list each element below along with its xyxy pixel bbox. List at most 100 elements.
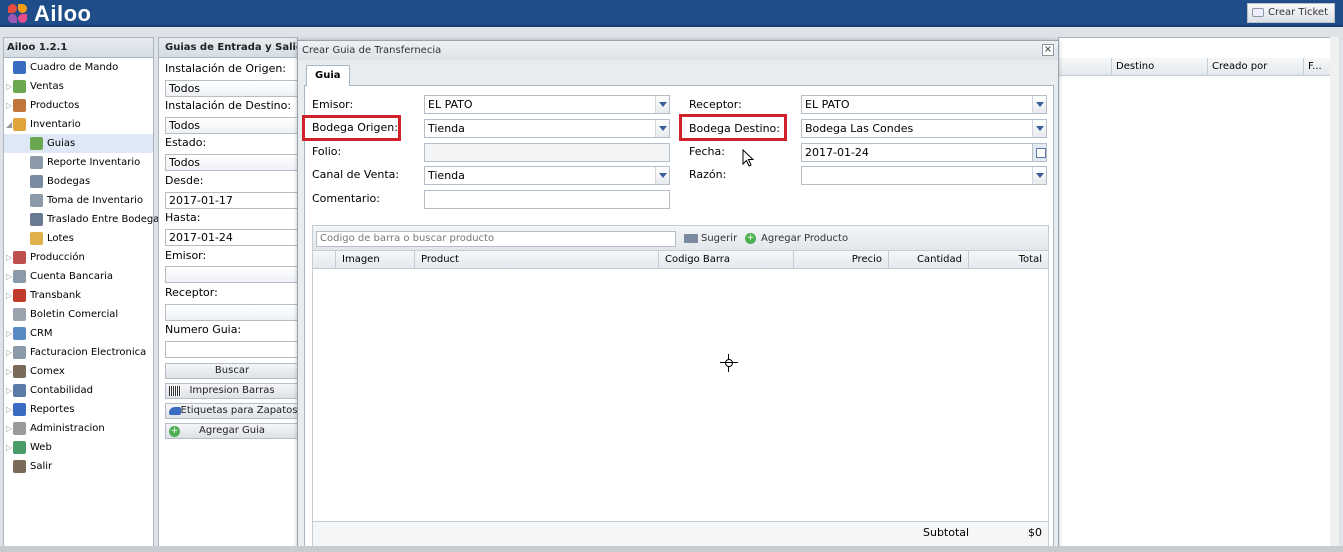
- agregar-guia-button[interactable]: + Agregar Guia: [165, 423, 299, 439]
- crear-ticket-label: Crear Ticket: [1267, 7, 1328, 18]
- column-total[interactable]: Total: [968, 251, 1048, 269]
- fecha-value: 2017-01-24: [805, 146, 869, 159]
- bodega-origen-select[interactable]: Tienda: [424, 119, 670, 138]
- etiquetas-zapatos-button[interactable]: Etiquetas para Zapatos: [165, 403, 299, 419]
- sidebar-item[interactable]: ▷ Contabilidad: [4, 381, 153, 400]
- chevron-down-icon[interactable]: [1032, 120, 1046, 137]
- sidebar-item[interactable]: Bodegas: [4, 172, 153, 191]
- razon-select[interactable]: [801, 166, 1047, 185]
- origen-select[interactable]: Todos: [165, 80, 299, 97]
- report-icon: [30, 156, 43, 169]
- sidebar-item-label: Bodegas: [47, 176, 91, 187]
- sidebar-item[interactable]: ▷ Transbank: [4, 286, 153, 305]
- chart-icon: [13, 61, 26, 74]
- desde-date-field[interactable]: 2017-01-17: [165, 192, 299, 209]
- column-precio[interactable]: Precio: [793, 251, 888, 269]
- filter-panel: Guias de Entrada y Salida Instalación de…: [158, 37, 299, 548]
- sidebar-item[interactable]: ▷ Web: [4, 438, 153, 457]
- column-destino[interactable]: Destino: [1111, 58, 1207, 76]
- sidebar-item[interactable]: ▷ Reportes: [4, 400, 153, 419]
- receptor-filter-select[interactable]: [165, 304, 299, 321]
- guias-grid: Destino Creado por F...: [1058, 37, 1339, 548]
- column-cantidad[interactable]: Cantidad: [888, 251, 968, 269]
- navigation-tree: Cuadro de Mando ▷ Ventas ▷ Productos ◢ Inventa…: [4, 58, 165, 476]
- destino-select[interactable]: Todos: [165, 117, 299, 134]
- page-scrollbar[interactable]: [1330, 37, 1339, 548]
- sidebar-item[interactable]: ▷ Producción: [4, 248, 153, 267]
- sugerir-button[interactable]: Sugerir: [684, 232, 737, 246]
- sidebar-item-label: Inventario: [30, 119, 81, 130]
- folio-label: Folio:: [312, 145, 342, 158]
- column-imagen[interactable]: Imagen: [335, 251, 414, 269]
- close-icon[interactable]: ×: [1042, 44, 1054, 56]
- sidebar-item[interactable]: Toma de Inventario: [4, 191, 153, 210]
- sidebar-item[interactable]: ▷ Comex: [4, 362, 153, 381]
- canal-venta-select[interactable]: Tienda: [424, 166, 670, 185]
- folio-input[interactable]: [424, 143, 670, 162]
- chevron-down-icon[interactable]: [655, 167, 669, 184]
- ticket-icon: [1251, 8, 1264, 17]
- emisor-filter-select[interactable]: [165, 266, 299, 283]
- sidebar-item[interactable]: Lotes: [4, 229, 153, 248]
- app-logo[interactable]: Ailoo: [6, 1, 92, 26]
- sidebar-item[interactable]: ▷ Cuenta Bancaria: [4, 267, 153, 286]
- comex-icon: [13, 365, 26, 378]
- origen-label: Instalación de Origen:: [165, 62, 287, 75]
- numero-guia-input[interactable]: [165, 341, 299, 358]
- products-icon: [13, 99, 26, 112]
- column-product[interactable]: Product: [414, 251, 658, 269]
- agregar-producto-button[interactable]: + Agregar Producto: [745, 232, 848, 246]
- etiquetas-zapatos-label: Etiquetas para Zapatos: [180, 405, 298, 416]
- comentario-input[interactable]: [424, 190, 670, 209]
- desde-value: 2017-01-17: [169, 194, 233, 207]
- tab-guia[interactable]: Guia: [306, 65, 350, 86]
- product-search-input[interactable]: Codigo de barra o buscar producto: [316, 231, 676, 247]
- emisor-select[interactable]: EL PATO: [424, 95, 670, 114]
- sidebar-item[interactable]: Guias: [4, 134, 153, 153]
- canal-venta-value: Tienda: [428, 169, 465, 182]
- ailoo-logo-icon: [6, 3, 30, 25]
- sidebar-item-label: Transbank: [30, 290, 82, 301]
- crear-ticket-button[interactable]: Crear Ticket: [1246, 3, 1335, 23]
- chevron-down-icon[interactable]: [1032, 167, 1046, 184]
- chevron-down-icon[interactable]: [655, 96, 669, 113]
- destino-value: Todos: [169, 119, 201, 132]
- sidebar-item[interactable]: ▷ Administracion: [4, 419, 153, 438]
- bodega-destino-select[interactable]: Bodega Las Condes: [801, 119, 1047, 138]
- sidebar-item[interactable]: Boletin Comercial: [4, 305, 153, 324]
- add-icon: +: [169, 426, 180, 437]
- desde-label: Desde:: [165, 174, 204, 187]
- subtotal-label: Subtotal: [923, 526, 970, 539]
- column-codigo-barra[interactable]: Codigo Barra: [658, 251, 793, 269]
- sidebar-item[interactable]: ▷ Ventas: [4, 77, 153, 96]
- sidebar-item[interactable]: ▷ Productos: [4, 96, 153, 115]
- sidebar-item[interactable]: Salir: [4, 457, 153, 476]
- estado-select[interactable]: Todos: [165, 154, 299, 171]
- guide-icon: [30, 137, 43, 150]
- calendar-icon[interactable]: [1032, 144, 1046, 161]
- numero-guia-label: Numero Guia:: [165, 323, 242, 336]
- truck-icon: [684, 233, 698, 243]
- buscar-button[interactable]: Buscar: [165, 363, 299, 379]
- impresion-barras-button[interactable]: Impresion Barras: [165, 383, 299, 399]
- sidebar-item[interactable]: ◢ Inventario: [4, 115, 153, 134]
- chevron-down-icon[interactable]: [655, 120, 669, 137]
- product-search-placeholder: Codigo de barra o buscar producto: [320, 233, 495, 244]
- sidebar-item-label: Administracion: [30, 423, 105, 434]
- chevron-down-icon[interactable]: [1032, 96, 1046, 113]
- sidebar-item[interactable]: Reporte Inventario: [4, 153, 153, 172]
- sidebar-item[interactable]: ▷ Facturacion Electronica: [4, 343, 153, 362]
- sidebar-item[interactable]: ▷ CRM: [4, 324, 153, 343]
- bodega-origen-value: Tienda: [428, 122, 465, 135]
- sidebar-item[interactable]: Traslado Entre Bodegas: [4, 210, 165, 229]
- column-fecha[interactable]: F...: [1303, 58, 1327, 76]
- sidebar-item[interactable]: Cuadro de Mando: [4, 58, 153, 77]
- column-creado-por[interactable]: Creado por: [1207, 58, 1303, 76]
- bodega-origen-highlight: [302, 115, 401, 141]
- sidebar-item-label: Producción: [30, 252, 85, 263]
- fecha-date-field[interactable]: 2017-01-24: [801, 143, 1047, 162]
- receptor-select[interactable]: EL PATO: [801, 95, 1047, 114]
- horizontal-scrollbar[interactable]: [0, 546, 1343, 552]
- agregar-guia-label: Agregar Guia: [199, 425, 265, 436]
- hasta-date-field[interactable]: 2017-01-24: [165, 229, 299, 246]
